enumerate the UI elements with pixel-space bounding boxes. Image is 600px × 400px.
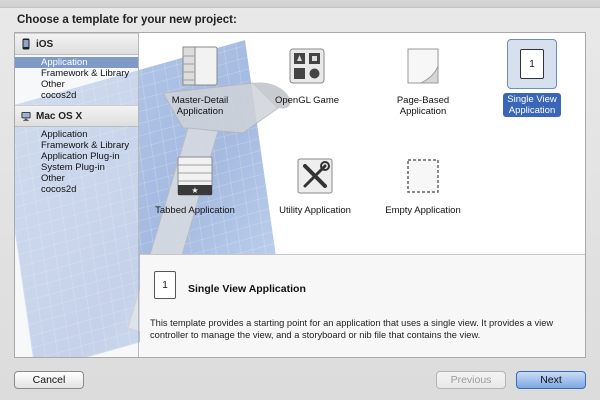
sidebar-item-mac-framework-library[interactable]: Framework & Library (15, 140, 138, 151)
iphone-icon (21, 38, 31, 50)
template-label: Master-Detail Application (171, 95, 229, 117)
template-grid: Master-Detail Application OpenGL Game Pa… (140, 33, 585, 253)
single-view-icon: 1 (154, 271, 176, 299)
template-detail-description: This template provides a starting point … (150, 318, 554, 340)
template-label: Empty Application (385, 205, 461, 216)
template-description-pane: 1 Single View Application This template … (140, 254, 585, 357)
sidebar-item-mac-other[interactable]: Other (15, 173, 138, 184)
page-based-icon (398, 41, 448, 91)
monitor-icon (21, 110, 31, 122)
utility-icon (290, 151, 340, 201)
tabbed-icon: ★ (170, 151, 220, 201)
sidebar-group-label: Mac OS X (36, 110, 83, 122)
previous-button[interactable]: Previous (436, 371, 506, 389)
template-label: Single View Application (503, 93, 561, 117)
sidebar-item-mac-cocos2d[interactable]: cocos2d (15, 184, 138, 195)
template-label: OpenGL Game (274, 95, 340, 106)
sidebar-group-label: iOS (36, 38, 54, 50)
sidebar-mac-items: Application Framework & Library Applicat… (15, 127, 138, 199)
single-view-icon: 1 (507, 39, 557, 89)
single-view-page-glyph: 1 (520, 49, 544, 79)
sidebar-group-ios[interactable]: iOS (15, 33, 138, 55)
sidebar-group-mac-os-x[interactable]: Mac OS X (15, 105, 138, 127)
next-button[interactable]: Next (516, 371, 586, 389)
sidebar-item-ios-cocos2d[interactable]: cocos2d (15, 90, 138, 101)
template-opengl-game[interactable]: OpenGL Game (252, 41, 362, 106)
sidebar-item-ios-framework-library[interactable]: Framework & Library (15, 68, 138, 79)
template-label: Page-Based Application (396, 95, 450, 117)
template-detail-title: Single View Application (188, 283, 306, 295)
cancel-button[interactable]: Cancel (14, 371, 84, 389)
sidebar-item-ios-other[interactable]: Other (15, 79, 138, 90)
template-utility[interactable]: Utility Application (260, 151, 370, 216)
sidebar-ios-items: Application Framework & Library Other co… (15, 55, 138, 105)
svg-text:★: ★ (191, 186, 198, 195)
master-detail-icon (175, 41, 225, 91)
sidebar-item-mac-system-plugin[interactable]: System Plug-in (15, 162, 138, 173)
opengl-game-icon (282, 41, 332, 91)
template-page-based[interactable]: Page-Based Application (368, 41, 478, 117)
window-titlebar (0, 0, 600, 8)
template-empty-application[interactable]: Empty Application (368, 151, 478, 216)
template-category-sidebar: iOS Application Framework & Library Othe… (15, 33, 139, 357)
page-title: Choose a template for your new project: (17, 14, 237, 26)
template-label: Tabbed Application (155, 205, 235, 216)
sidebar-item-mac-application-plugin[interactable]: Application Plug-in (15, 151, 138, 162)
template-master-detail[interactable]: Master-Detail Application (145, 41, 255, 117)
sidebar-item-mac-application[interactable]: Application (15, 129, 138, 140)
empty-application-icon (398, 151, 448, 201)
sidebar-item-ios-application[interactable]: Application (15, 57, 138, 68)
template-label: Utility Application (279, 205, 351, 216)
template-chooser-panel: iOS Application Framework & Library Othe… (14, 32, 586, 358)
template-single-view[interactable]: 1 Single View Application (477, 39, 585, 117)
template-tabbed[interactable]: ★ Tabbed Application (140, 151, 250, 216)
